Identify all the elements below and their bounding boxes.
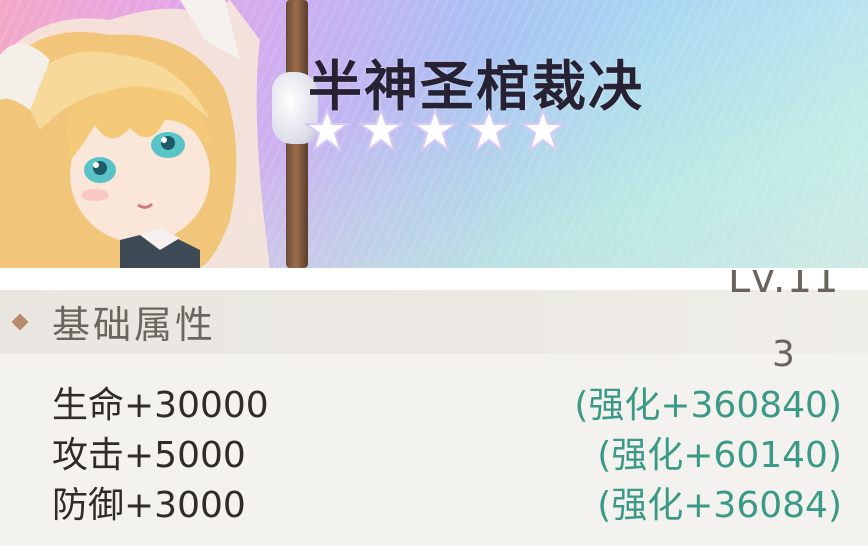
- character-portrait: [0, 0, 320, 268]
- diamond-bullet-icon: [11, 313, 29, 331]
- stat-row-defense: 防御+3000 (强化+36084): [52, 476, 842, 526]
- stat-label: 攻击+5000: [52, 435, 246, 476]
- stat-bonus: (强化+60140): [597, 435, 842, 476]
- stat-row-hp: 生命+30000 (强化+360840): [52, 376, 842, 426]
- stat-bonus: (强化+360840): [574, 385, 842, 426]
- star-icon: [466, 108, 512, 153]
- card-banner: 半神圣棺裁决: [0, 0, 868, 268]
- stat-label: 生命+30000: [52, 385, 269, 426]
- rarity-stars: [304, 108, 566, 154]
- stat-row-attack: 攻击+5000 (强化+60140): [52, 426, 842, 476]
- bottom-divider: [0, 546, 868, 557]
- section-title: 基础属性: [52, 303, 217, 347]
- star-icon: [412, 108, 458, 153]
- level-label: Lv.11: [728, 270, 840, 302]
- star-icon: [304, 108, 350, 153]
- star-icon: [358, 108, 404, 153]
- stat-bonus: (强化+36084): [597, 485, 842, 526]
- level-value: 3: [772, 334, 795, 375]
- stat-label: 防御+3000: [52, 485, 246, 526]
- star-icon: [520, 108, 566, 153]
